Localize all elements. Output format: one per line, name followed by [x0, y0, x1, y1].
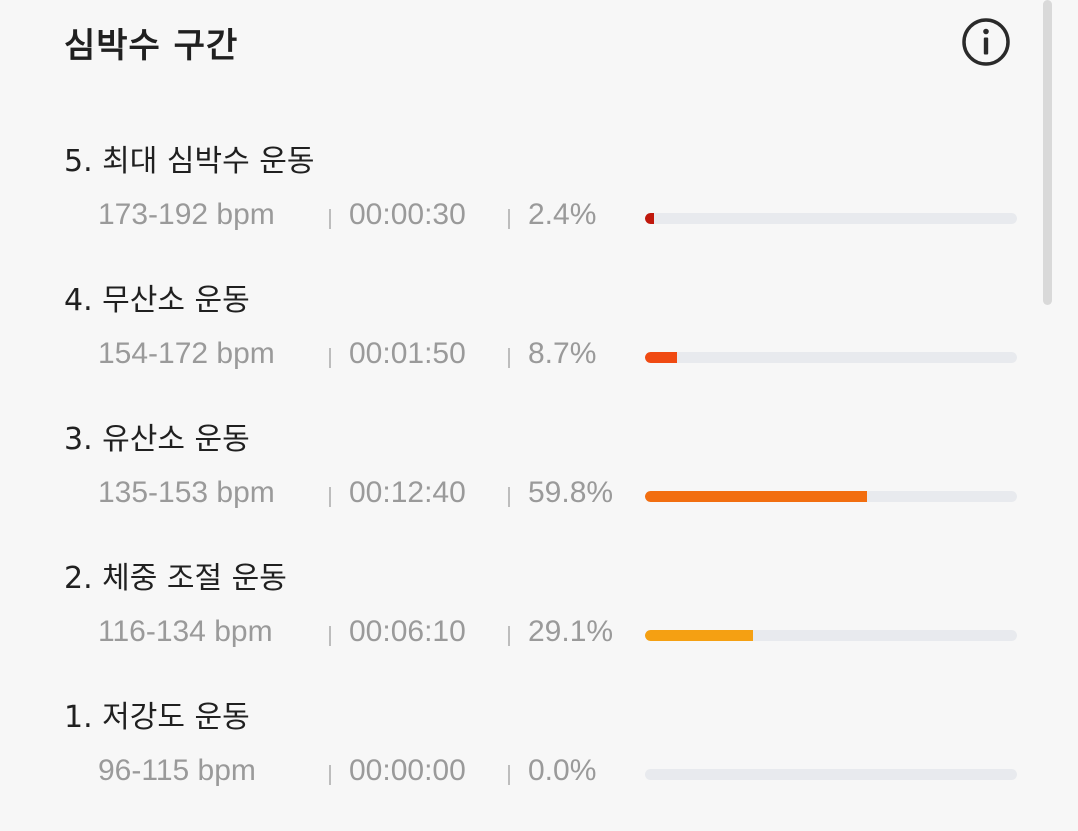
zone-progress-fill — [645, 491, 868, 502]
zone-progress-track — [645, 352, 1017, 363]
card-title: 심박수 구간 — [64, 26, 239, 66]
divider — [508, 348, 510, 368]
zone-bpm-range: 154-172 bpm — [98, 337, 275, 370]
zone-progress-track — [645, 491, 1017, 502]
info-circle-icon — [962, 18, 1010, 66]
zone-row: 2. 체중 조절 운동 116-134 bpm 00:06:10 29.1% — [0, 553, 1078, 692]
zone-duration: 00:01:50 — [349, 337, 466, 370]
zone-progress-fill — [645, 630, 754, 641]
divider — [329, 626, 331, 646]
zone-progress-fill — [645, 213, 654, 224]
zone-duration: 00:12:40 — [349, 476, 466, 509]
zone-row: 1. 저강도 운동 96-115 bpm 00:00:00 0.0% — [0, 692, 1078, 831]
zone-duration: 00:00:00 — [349, 754, 466, 787]
zone-name: 4. 무산소 운동 — [64, 283, 250, 318]
divider — [329, 209, 331, 229]
zone-bpm-range: 173-192 bpm — [98, 198, 275, 231]
info-button[interactable] — [960, 16, 1012, 68]
zone-name: 3. 유산소 운동 — [64, 422, 250, 457]
divider — [329, 487, 331, 507]
zone-progress-track — [645, 213, 1017, 224]
zone-progress-track — [645, 769, 1017, 780]
divider — [329, 765, 331, 785]
divider — [508, 487, 510, 507]
divider — [508, 626, 510, 646]
zone-duration: 00:00:30 — [349, 198, 466, 231]
heart-rate-zones-card: 심박수 구간 5. 최대 심박수 운동 173-192 bpm 00:00:30… — [0, 0, 1078, 809]
zone-name: 5. 최대 심박수 운동 — [64, 144, 315, 179]
zone-duration: 00:06:10 — [349, 615, 466, 648]
zone-name: 1. 저강도 운동 — [64, 700, 250, 735]
zone-bpm-range: 96-115 bpm — [98, 754, 256, 787]
zone-row: 3. 유산소 운동 135-153 bpm 00:12:40 59.8% — [0, 414, 1078, 553]
zone-row: 4. 무산소 운동 154-172 bpm 00:01:50 8.7% — [0, 275, 1078, 414]
zone-progress-track — [645, 630, 1017, 641]
zone-bpm-range: 116-134 bpm — [98, 615, 273, 648]
zone-percent: 59.8% — [528, 476, 614, 509]
zone-bpm-range: 135-153 bpm — [98, 476, 275, 509]
divider — [508, 209, 510, 229]
zone-percent: 0.0% — [528, 754, 597, 787]
zone-percent: 29.1% — [528, 615, 614, 648]
zone-name: 2. 체중 조절 운동 — [64, 561, 287, 596]
divider — [329, 348, 331, 368]
zone-percent: 2.4% — [528, 198, 597, 231]
zone-percent: 8.7% — [528, 337, 597, 370]
zone-row: 5. 최대 심박수 운동 173-192 bpm 00:00:30 2.4% — [0, 136, 1078, 275]
divider — [508, 765, 510, 785]
zone-progress-fill — [645, 352, 678, 363]
